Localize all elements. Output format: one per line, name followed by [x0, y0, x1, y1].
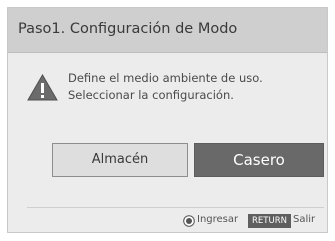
- setup-dialog: Paso1. Configuración de Modo Define el m…: [7, 7, 328, 233]
- ok-button-icon: [183, 215, 195, 227]
- footer-hints: Ingresar RETURN Salir: [8, 213, 327, 229]
- store-mode-button[interactable]: Almacén: [52, 143, 188, 177]
- enter-label: Ingresar: [197, 214, 239, 225]
- return-key-badge: RETURN: [248, 214, 291, 228]
- instruction-message: Define el medio ambiente de uso. Selecci…: [68, 70, 263, 104]
- dialog-title: Paso1. Configuración de Modo: [18, 21, 238, 37]
- title-bar: Paso1. Configuración de Modo: [8, 8, 327, 53]
- exit-label: Salir: [293, 214, 316, 225]
- message-line: Seleccionar la configuración.: [68, 88, 234, 102]
- warning-icon: [27, 74, 58, 101]
- divider: [27, 207, 324, 208]
- message-line: Define el medio ambiente de uso.: [68, 71, 263, 85]
- home-mode-button[interactable]: Casero: [194, 143, 324, 177]
